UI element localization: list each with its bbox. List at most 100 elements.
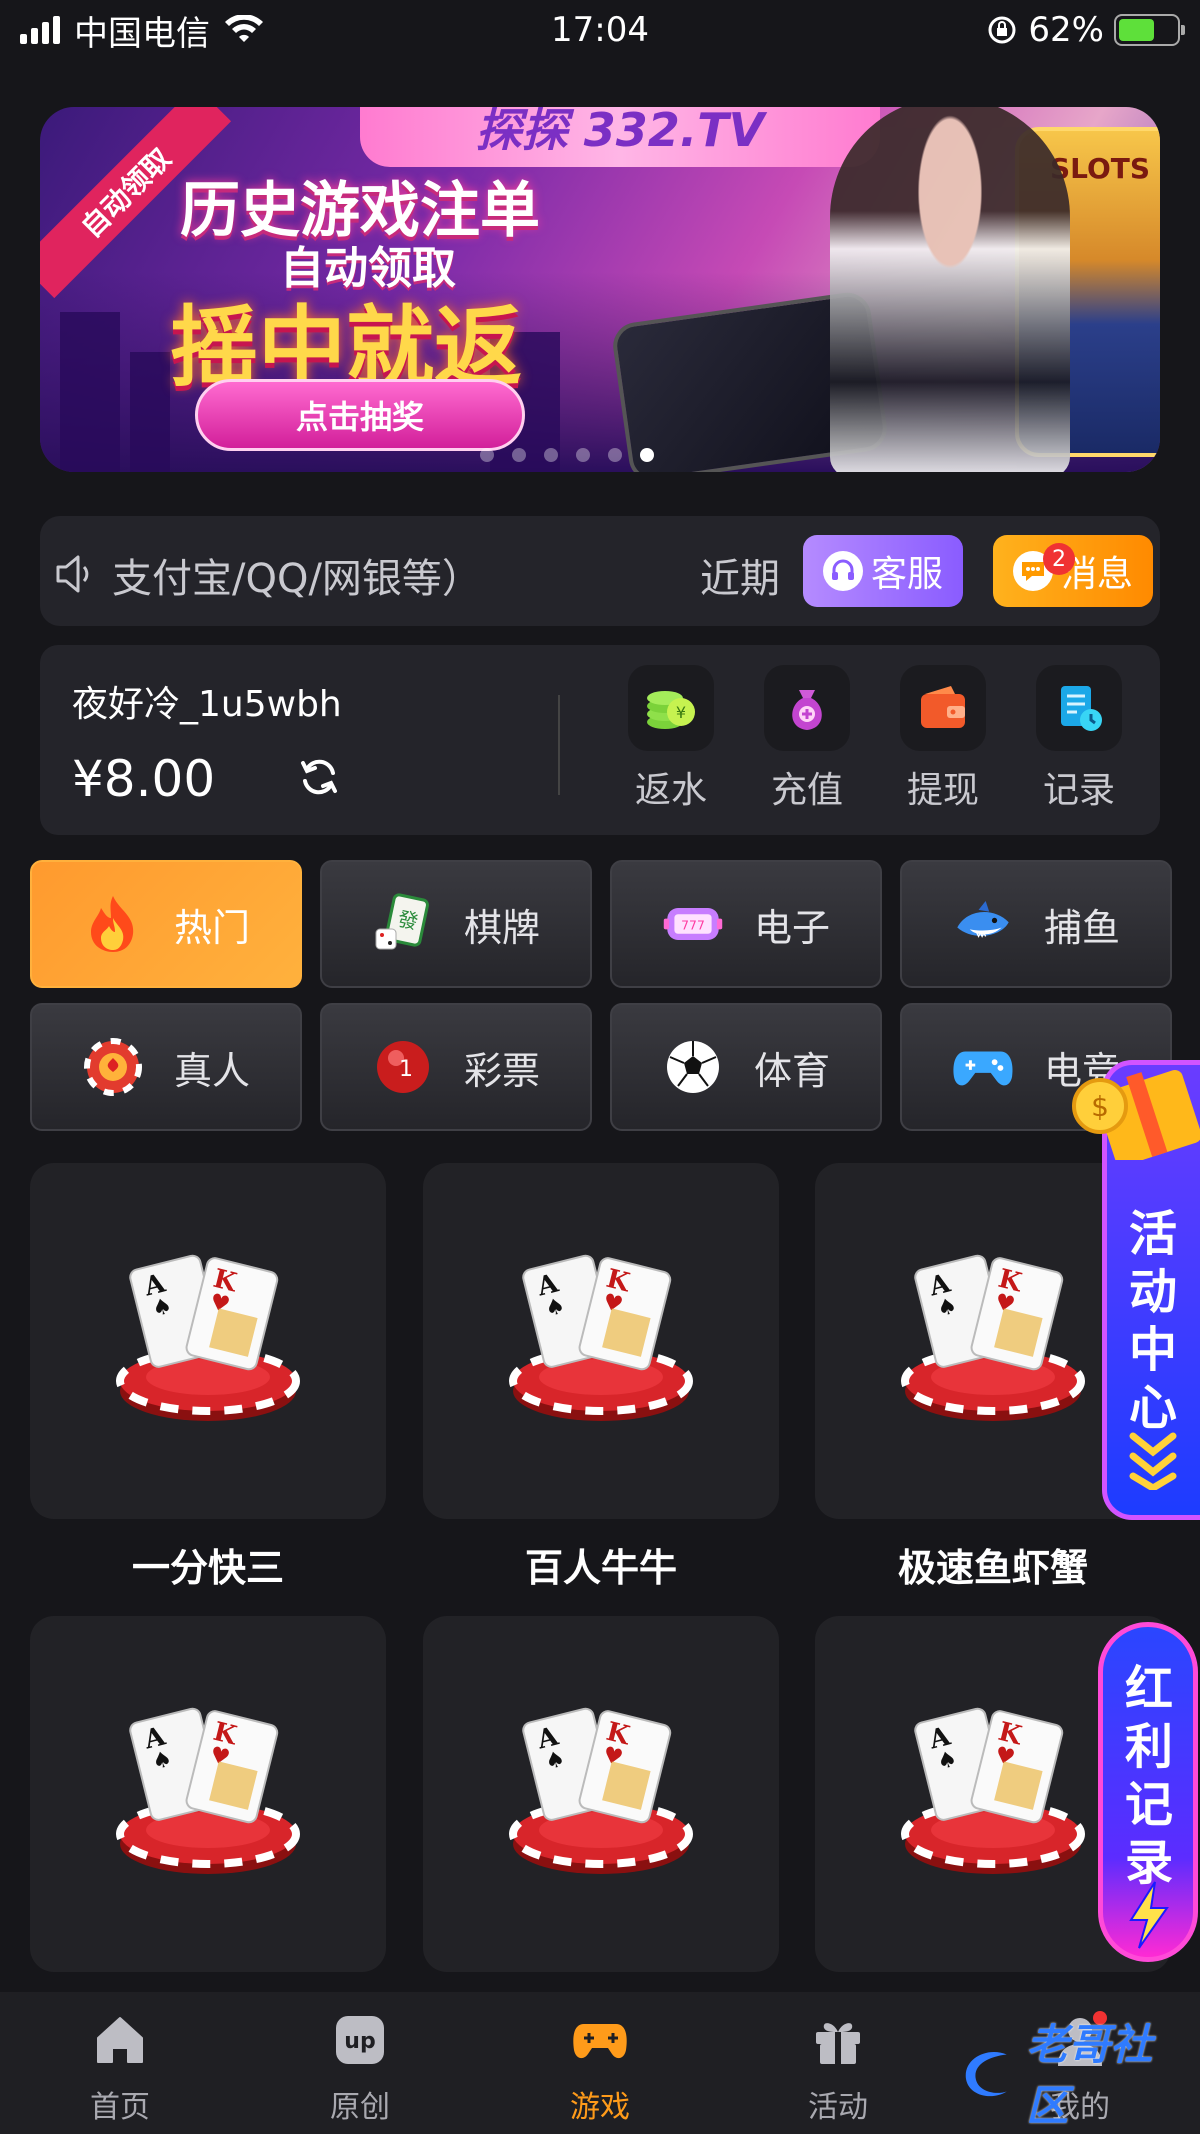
tab-label: 首页 [90,2090,150,2125]
banner-dot[interactable] [576,448,590,462]
category-label: 捕鱼 [1043,905,1120,950]
gift-box-icon: $ [1072,1070,1200,1160]
battery-icon [1114,14,1185,46]
wallet-card: 夜好冷_1u5wbh ¥8.00 ¥ 返水 充值 提现 记录 [40,645,1160,835]
watermark-logo: 老哥社区 [960,2020,1190,2130]
game-card[interactable]: A ♠ K ♥ [423,1616,779,1972]
chevrons-down-icon [1129,1432,1177,1490]
customer-service-button[interactable]: 客服 [803,535,963,607]
tab-original[interactable]: up 原创 [290,2010,430,2126]
status-bar: 中国电信 17:04 62% [0,0,1200,60]
banner-dot[interactable] [512,448,526,462]
flame-icon [82,893,144,955]
banner-character-illustration [830,107,1070,472]
category-label: 彩票 [463,1048,540,1093]
message-badge: 2 [1042,543,1075,575]
game-card[interactable]: A ♠ K ♥ [30,1163,386,1519]
category-hot[interactable]: 热门 [30,860,302,988]
deposit-button[interactable]: 充值 [752,665,862,813]
poker-cards-icon: A ♠ K ♥ [108,1251,308,1431]
carrier-label: 中国电信 [74,13,210,54]
game-name: 极速鱼虾蟹 [897,1546,1088,1590]
rebate-label: 返水 [634,770,707,811]
banner-dot[interactable] [640,448,654,462]
wallet-icon [900,665,986,751]
customer-service-label: 客服 [870,554,943,595]
mahjong-icon: 發 [372,893,434,955]
category-label: 体育 [753,1048,830,1093]
game-name: 一分快三 [131,1546,284,1590]
tab-activities[interactable]: 活动 [768,2010,908,2126]
headset-icon [822,551,863,591]
chat-bubble-icon: 2 [1012,543,1075,591]
tab-label: 活动 [808,2090,868,2125]
username: 夜好冷_1u5wbh [72,684,342,725]
signal-icon [20,16,60,44]
svg-text:1: 1 [399,1057,413,1082]
category-sports[interactable]: 体育 [610,1003,882,1131]
home-icon [97,2017,143,2063]
chip-icon [82,1036,144,1098]
messages-button[interactable]: 2 消息 [993,535,1153,607]
status-left: 中国电信 [20,6,264,55]
refresh-icon[interactable] [295,753,343,801]
tab-label: 原创 [330,2090,390,2125]
tab-home[interactable]: 首页 [50,2010,190,2126]
poker-cards-icon: A ♠ K ♥ [893,1704,1093,1884]
activity-center-label: 活动中心 [1128,1206,1177,1436]
notice-bar: 支付宝/QQ/网银等） 近期 客服 2 消息 [40,516,1160,626]
orientation-lock-icon [988,16,1016,44]
category-lottery[interactable]: 1 彩票 [320,1003,592,1131]
svg-text:$: $ [1091,1090,1109,1123]
status-right: 62% [986,10,1185,50]
promo-banner[interactable]: 自动领取 探探 332.TV 历史游戏注单 自动领取 摇中就返 SLOTS 点击… [40,107,1160,472]
speaker-icon [56,555,89,593]
category-label: 热门 [173,905,250,950]
category-fishing[interactable]: 捕鱼 [900,860,1172,988]
category-label: 电子 [753,905,830,950]
battery-percent: 62% [1028,10,1104,50]
tab-games[interactable]: 游戏 [530,2010,670,2126]
game-name: 百人牛牛 [524,1546,677,1590]
coins-icon: ¥ [628,665,714,751]
rebate-button[interactable]: ¥ 返水 [616,665,726,813]
banner-pagination[interactable] [480,448,654,462]
banner-dot[interactable] [480,448,494,462]
lottery-draw-button[interactable]: 点击抽奖 [195,379,525,451]
banner-dot[interactable] [608,448,622,462]
records-button[interactable]: 记录 [1024,665,1134,813]
svg-text:up: up [344,2029,375,2054]
bonus-record-label: 红利记录 [1124,1661,1173,1891]
notice-marquee-text-next: 近期 [700,556,780,602]
svg-text:¥: ¥ [676,703,686,722]
game-card[interactable]: A ♠ K ♥ [423,1163,779,1519]
poker-cards-icon: A ♠ K ♥ [893,1251,1093,1431]
category-label: 棋牌 [463,905,540,950]
records-label: 记录 [1042,770,1115,811]
money-bag-icon [764,665,850,751]
category-board-games[interactable]: 發 棋牌 [320,860,592,988]
withdraw-button[interactable]: 提现 [888,665,998,813]
clock: 17:04 [551,10,649,50]
wifi-icon [225,15,263,42]
soccer-ball-icon [662,1036,724,1098]
record-icon [1036,665,1122,751]
shark-icon [952,893,1014,955]
up-icon: up [336,2016,384,2064]
poker-cards-icon: A ♠ K ♥ [501,1251,701,1431]
banner-dot[interactable] [544,448,558,462]
game-controller-icon [573,2024,627,2059]
category-live[interactable]: 真人 [30,1003,302,1131]
slot-machine-icon: 777 [662,893,724,955]
game-card[interactable]: A ♠ K ♥ [30,1616,386,1972]
wallet-divider [558,695,560,795]
poker-cards-icon: A ♠ K ♥ [108,1704,308,1884]
dragon-logo-icon [965,2052,1007,2097]
notice-marquee-text: 支付宝/QQ/网银等） [112,556,482,602]
lottery-ball-icon: 1 [372,1036,434,1098]
balance: ¥8.00 [72,750,216,808]
gift-icon [816,2023,860,2064]
category-electronic[interactable]: 777 电子 [610,860,882,988]
category-label: 真人 [173,1048,250,1093]
gamepad-icon [952,1036,1014,1098]
